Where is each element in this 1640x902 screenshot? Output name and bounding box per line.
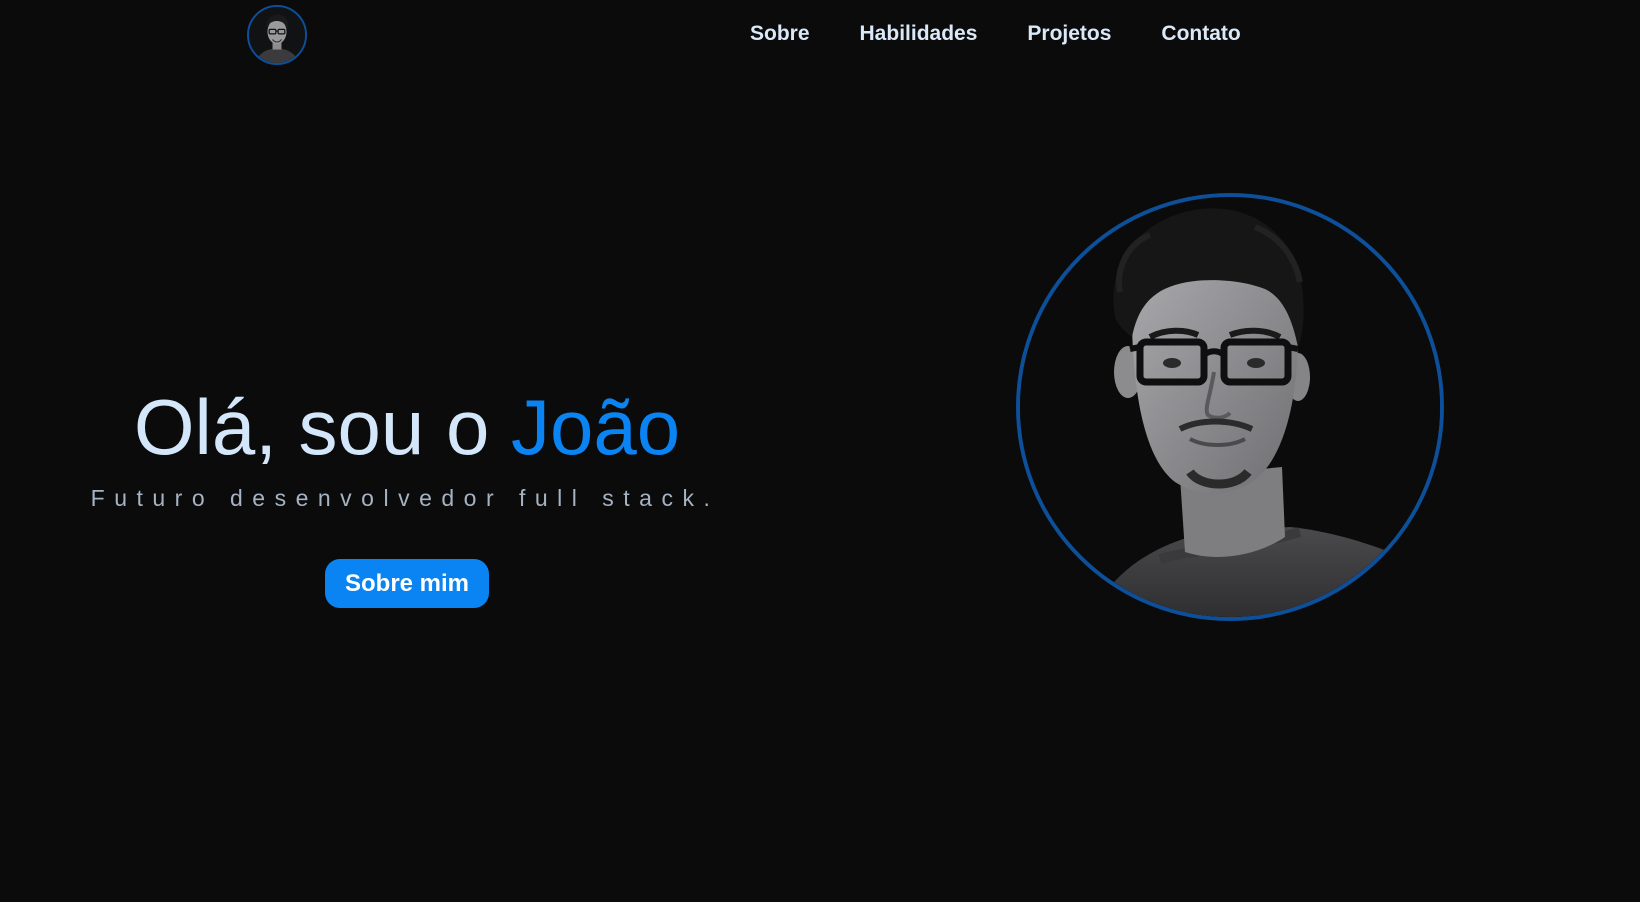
nav-link-projetos[interactable]: Projetos (1027, 22, 1111, 46)
nav-link-sobre[interactable]: Sobre (750, 22, 810, 46)
hero-profile-photo (1016, 193, 1444, 621)
nav-link-contato[interactable]: Contato (1161, 22, 1240, 46)
nav-links: Sobre Habilidades Projetos Contato (750, 22, 1241, 46)
hero-subtitle: Futuro desenvolvedor full stack. (90, 485, 720, 511)
profile-photo-image (1020, 197, 1440, 617)
profile-avatar-icon (249, 7, 305, 63)
hero-greeting: Olá, sou o (133, 383, 490, 471)
hero-title: Olá, sou o João (102, 388, 712, 466)
nav-logo-avatar[interactable] (247, 5, 307, 65)
nav-link-habilidades[interactable]: Habilidades (860, 22, 978, 46)
hero-name: João (511, 383, 681, 471)
about-me-button[interactable]: Sobre mim (325, 559, 489, 608)
